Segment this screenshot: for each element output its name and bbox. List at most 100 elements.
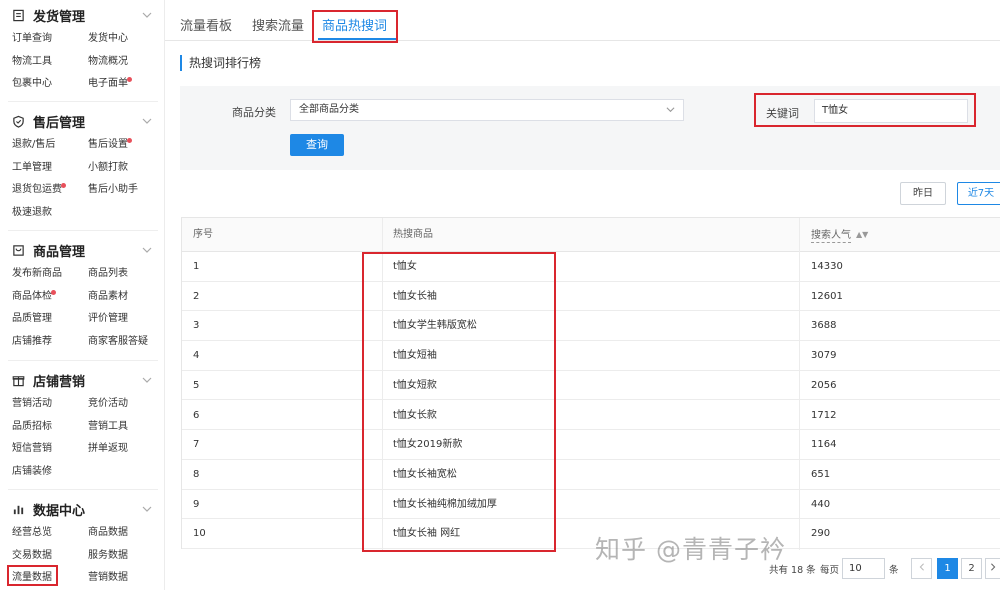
last-7-days-button[interactable]: 近7天 (957, 182, 1000, 205)
table-row: 1 t恤女 14330 (182, 252, 1000, 282)
table-header: 序号 热搜商品 搜索人气 ▲▼ (182, 218, 1000, 252)
sidebar-item[interactable]: 服务数据 (88, 545, 164, 568)
sidebar-item[interactable]: 商品体检 (12, 286, 88, 309)
sidebar-item[interactable]: 小额打款 (88, 157, 164, 180)
prev-page-button[interactable] (911, 558, 932, 579)
sidebar-item[interactable]: 工单管理 (12, 157, 88, 180)
sidebar-item-label: 极速退款 (12, 206, 52, 218)
sidebar-item[interactable]: 订单查询 (12, 28, 88, 51)
sidebar-item[interactable]: 店铺推荐 (12, 331, 88, 354)
sidebar-item-label: 交易数据 (12, 549, 52, 561)
tab-traffic-dashboard[interactable]: 流量看板 (180, 15, 232, 34)
header-index: 序号 (193, 229, 213, 240)
sidebar-item-label: 营销工具 (88, 420, 128, 432)
page-1-button[interactable]: 1 (937, 558, 958, 579)
sidebar-item[interactable]: 评价管理 (88, 308, 164, 331)
sidebar-item[interactable]: 退款/售后 (12, 134, 88, 157)
sidebar-item-label: 拼单返现 (88, 443, 128, 455)
total-suffix: 条 (806, 565, 816, 576)
column-divider (799, 218, 800, 550)
sidebar-item[interactable]: 营销数据 (88, 567, 164, 590)
tab-search-traffic[interactable]: 搜索流量 (252, 15, 304, 34)
query-button[interactable]: 查询 (290, 134, 344, 156)
cell-popularity: 2056 (811, 379, 837, 391)
sidebar: 发货管理订单查询 发货中心 物流工具 物流概况包裹中心 电子面单售后管理 退款/售后 售后设… (0, 0, 165, 590)
sidebar-item-label: 退货包运费 (12, 184, 62, 196)
per-page-suffix: 条 (889, 565, 899, 576)
sidebar-item[interactable]: 发布新商品 (12, 263, 88, 286)
sidebar-section-header[interactable]: 售后管理 (0, 108, 165, 134)
sidebar-item-label: 品质管理 (12, 313, 52, 325)
bag-icon (11, 243, 25, 257)
sidebar-item[interactable]: 经营总览 (12, 522, 88, 545)
sidebar-item[interactable]: 极速退款 (12, 202, 88, 225)
header-product: 热搜商品 (393, 229, 433, 240)
sidebar-item-label: 商家客服答疑 (88, 335, 148, 347)
sidebar-item[interactable]: 发货中心 (88, 28, 164, 51)
chevron-down-icon[interactable] (141, 374, 153, 386)
sidebar-item[interactable]: 营销活动 (12, 393, 88, 416)
sidebar-item[interactable]: 电子面单 (88, 73, 164, 96)
sidebar-item[interactable]: 商品素材 (88, 286, 164, 309)
page-2-button[interactable]: 2 (961, 558, 982, 579)
filter-panel: 商品分类 全部商品分类 关键词 T恤女 查询 (180, 86, 1000, 170)
table-row: 4 t恤女短袖 3079 (182, 341, 1000, 371)
yesterday-button[interactable]: 昨日 (900, 182, 946, 205)
sidebar-item[interactable]: 短信营销 (12, 438, 88, 461)
sidebar-divider (8, 101, 158, 102)
sort-icon[interactable]: ▲▼ (856, 218, 868, 252)
chevron-left-icon (919, 563, 924, 571)
sidebar-item-label: 店铺推荐 (12, 335, 52, 347)
sidebar-section: 售后管理 退款/售后 售后设置 工单管理 小额打款退货包运费 售后小助手极速退款 (0, 108, 165, 224)
sidebar-item[interactable]: 商品列表 (88, 263, 164, 286)
chevron-right-icon (991, 563, 996, 571)
table-row: 8 t恤女长袖宽松 651 (182, 460, 1000, 490)
sidebar-item[interactable]: 交易数据 (12, 545, 88, 568)
sidebar-item[interactable]: 包裹中心 (12, 73, 88, 96)
table-row: 2 t恤女长袖 12601 (182, 282, 1000, 312)
sidebar-item[interactable]: 品质招标 (12, 416, 88, 439)
sidebar-item-label: 营销活动 (12, 398, 52, 409)
cell-index: 5 (193, 379, 200, 391)
sidebar-divider (8, 360, 158, 361)
sidebar-section-header[interactable]: 数据中心 (0, 496, 165, 522)
shield-icon (11, 114, 25, 128)
sidebar-item[interactable]: 退货包运费 (12, 179, 88, 202)
sidebar-section-title: 发货管理 (33, 9, 86, 25)
sidebar-section-header[interactable]: 店铺营销 (0, 367, 165, 393)
table-row: 10 t恤女长袖 网红 290 (182, 519, 1000, 549)
sidebar-item[interactable]: 物流概况 (88, 51, 164, 74)
next-page-button[interactable] (985, 558, 1000, 579)
sidebar-divider (8, 489, 158, 490)
sidebar-section: 店铺营销营销活动 竞价活动品质招标 营销工具 短信营销 拼单返现 店铺装修 (0, 367, 165, 483)
sidebar-item[interactable]: 竞价活动 (88, 393, 164, 416)
table-row: 6 t恤女长款 1712 (182, 401, 1000, 431)
sidebar-item-label: 包裹中心 (12, 78, 52, 90)
sidebar-item[interactable]: 品质管理 (12, 308, 88, 331)
sidebar-item[interactable]: 商品数据 (88, 522, 164, 545)
chevron-down-icon[interactable] (141, 503, 153, 515)
sidebar-item-label: 售后小助手 (88, 184, 138, 196)
sidebar-item[interactable]: 营销工具 (88, 416, 164, 439)
header-popularity[interactable]: 搜索人气 ▲▼ (811, 218, 868, 252)
sidebar-item-label: 商品体检 (12, 290, 52, 302)
sidebar-item[interactable]: 商家客服答疑 (88, 331, 164, 354)
sidebar-section-header[interactable]: 发货管理 (0, 2, 165, 28)
chevron-down-icon (666, 107, 675, 113)
per-page-select[interactable]: 10 (842, 558, 885, 579)
sidebar-section-header[interactable]: 商品管理 (0, 237, 165, 263)
chevron-down-icon[interactable] (141, 244, 153, 256)
sidebar-item-label: 品质招标 (12, 420, 52, 432)
sidebar-item[interactable]: 售后小助手 (88, 179, 164, 202)
sidebar-section-title: 店铺营销 (33, 374, 86, 390)
sidebar-item[interactable]: 物流工具 (12, 51, 88, 74)
sidebar-item[interactable]: 售后设置 (88, 134, 164, 157)
sidebar-item[interactable]: 拼单返现 (88, 438, 164, 461)
sidebar-item[interactable]: 店铺装修 (12, 461, 88, 484)
sidebar-item-label: 售后设置 (88, 139, 128, 150)
category-select[interactable]: 全部商品分类 (290, 99, 684, 121)
sidebar-item-label: 商品素材 (88, 290, 128, 302)
cell-index: 4 (193, 350, 200, 362)
chevron-down-icon[interactable] (141, 115, 153, 127)
chevron-down-icon[interactable] (141, 9, 153, 21)
